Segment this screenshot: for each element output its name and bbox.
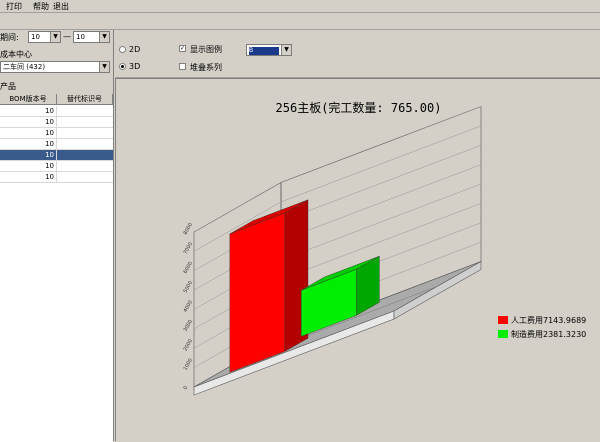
bom-version-cell: 10 <box>0 128 57 139</box>
show-legend-checkbox[interactable]: ✓ <box>179 45 186 52</box>
main-area: 2D 3D ✓ 显示图例 堆叠系列 B ▼ 256主板(完工数量: 765.00… <box>115 30 600 441</box>
legend-label: 人工费用7143.9689 <box>511 316 587 325</box>
bom-version-cell: 10 <box>0 161 57 172</box>
column-header-bom[interactable]: BOM版本号 <box>0 94 57 105</box>
alt-id-cell <box>57 161 113 172</box>
cost-center-value: 二车间 (432) <box>3 63 46 71</box>
cost-center-label: 成本中心 <box>0 50 32 59</box>
left-panel: 期间: 10 ▼ — 10 ▼ 成本中心 二车间 (432) ▼ 产品 BOM版… <box>0 30 114 442</box>
y-tick-label: 3000 <box>183 319 195 333</box>
table-row[interactable]: 10 <box>0 161 113 172</box>
chart-style-value: B <box>249 47 279 55</box>
table-row[interactable]: 10 <box>0 150 113 161</box>
alt-id-cell <box>57 128 113 139</box>
period-label: 期间: <box>0 33 19 42</box>
period-from-select[interactable]: 10 ▼ <box>28 31 61 43</box>
products-label: 产品 <box>0 82 16 91</box>
y-tick-label: 2000 <box>183 338 195 352</box>
y-tick-label: 8000 <box>183 222 195 236</box>
bar-chart-3d: 0 1000 2000 3000 4000 5000 6000 7000 8000 <box>183 106 482 396</box>
menu-item-exit[interactable]: 退出 <box>53 1 69 12</box>
radio-2d[interactable] <box>119 46 126 53</box>
period-to-select[interactable]: 10 ▼ <box>73 31 110 43</box>
check-icon: ✓ <box>180 45 186 52</box>
table-row[interactable]: 10 <box>0 128 113 139</box>
bom-version-cell: 10 <box>0 150 57 161</box>
menu-item-help[interactable]: 帮助 <box>33 1 49 12</box>
legend-swatch <box>498 316 508 324</box>
table-row[interactable]: 10 <box>0 172 113 183</box>
bom-table: BOM版本号 替代标识号 10 10 10 10 10 10 10 <box>0 94 113 442</box>
y-tick-label: 6000 <box>183 261 195 275</box>
table-row[interactable]: 10 <box>0 139 113 150</box>
gridline <box>193 106 482 233</box>
radio-2d-label: 2D <box>129 45 141 54</box>
chevron-down-icon[interactable]: ▼ <box>50 32 60 42</box>
radio-3d-label: 3D <box>129 62 141 71</box>
chevron-down-icon[interactable]: ▼ <box>99 62 109 72</box>
period-to-value: 10 <box>76 33 85 41</box>
menu-bar: 打印 帮助 退出 <box>0 0 600 13</box>
table-row[interactable]: 10 <box>0 106 113 117</box>
period-from-value: 10 <box>31 33 40 41</box>
table-row[interactable]: 10 <box>0 117 113 128</box>
y-tick-label: 0 <box>183 385 190 391</box>
bom-version-cell: 10 <box>0 106 57 117</box>
toolbar <box>0 14 600 30</box>
chart-options: 2D 3D ✓ 显示图例 堆叠系列 B ▼ <box>115 30 600 78</box>
alt-id-cell <box>57 139 113 150</box>
y-tick-label: 7000 <box>183 241 195 255</box>
y-tick-label: 4000 <box>183 300 195 314</box>
chevron-down-icon[interactable]: ▼ <box>99 32 109 42</box>
bom-version-cell: 10 <box>0 172 57 183</box>
stack-series-label: 堆叠系列 <box>190 63 222 72</box>
radio-dot-3d <box>121 65 124 68</box>
column-header-alt[interactable]: 替代标识号 <box>57 94 113 105</box>
cost-center-select[interactable]: 二车间 (432) ▼ <box>0 61 110 73</box>
legend-swatch <box>498 330 508 338</box>
alt-id-cell <box>57 106 113 117</box>
y-tick-label: 5000 <box>183 280 195 294</box>
alt-id-cell <box>57 150 113 161</box>
chart-area: 256主板(完工数量: 765.00) 0 1000 2000 3000 4000 500… <box>115 78 600 441</box>
menu-item-print[interactable]: 打印 <box>6 1 22 12</box>
legend-label: 制造费用2381.3230 <box>511 330 587 339</box>
alt-id-cell <box>57 172 113 183</box>
bar-labor <box>229 212 286 373</box>
period-separator: — <box>63 32 71 41</box>
y-tick-label: 1000 <box>183 358 195 372</box>
bom-version-cell: 10 <box>0 117 57 128</box>
chart-style-select[interactable]: B ▼ <box>246 44 292 56</box>
show-legend-label: 显示图例 <box>190 45 222 54</box>
bom-version-cell: 10 <box>0 139 57 150</box>
stack-series-checkbox[interactable] <box>179 63 186 70</box>
chevron-down-icon[interactable]: ▼ <box>281 45 291 55</box>
alt-id-cell <box>57 117 113 128</box>
radio-3d[interactable] <box>119 63 126 70</box>
